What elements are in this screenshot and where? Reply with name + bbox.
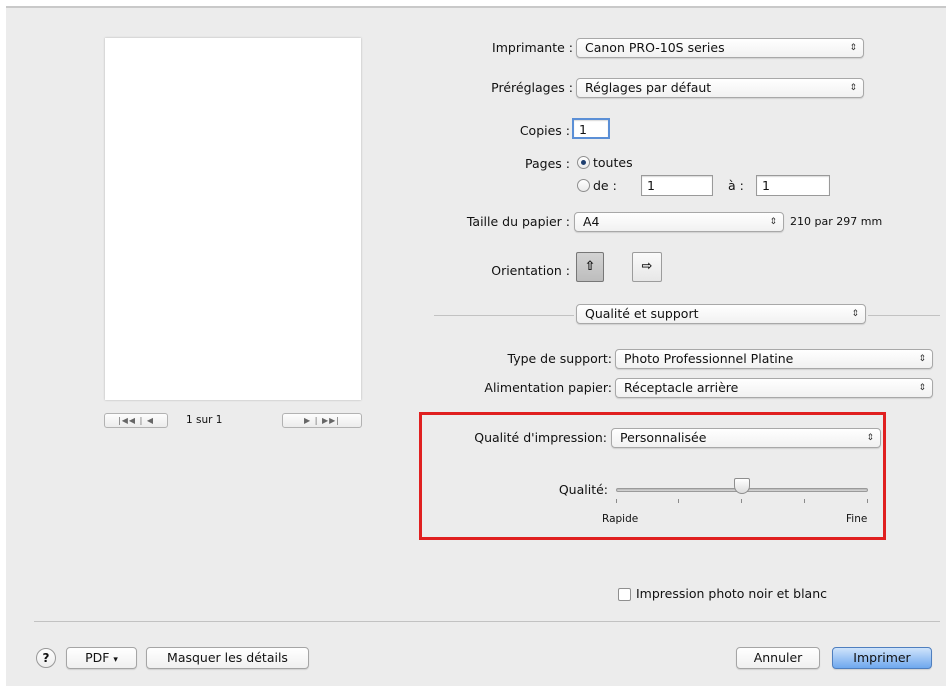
popup-arrows-icon: ⇕ [849, 43, 857, 53]
grayscale-label: Impression photo noir et blanc [636, 586, 828, 601]
paper-size-popup[interactable]: A4 ⇕ [574, 212, 784, 232]
paper-source-popup[interactable]: Réceptacle arrière ⇕ [615, 378, 933, 398]
paper-dimensions: 210 par 297 mm [790, 215, 883, 228]
popup-arrows-icon: ⇕ [849, 83, 857, 93]
media-type-popup[interactable]: Photo Professionnel Platine ⇕ [615, 349, 933, 369]
popup-arrows-icon: ⇕ [918, 383, 926, 393]
quality-slider-label: Qualité: [558, 482, 608, 497]
slider-tick [867, 499, 868, 503]
popup-arrows-icon: ⇕ [851, 309, 859, 319]
paper-source-label: Alimentation papier: [484, 380, 612, 395]
quality-slider[interactable] [616, 476, 868, 510]
pages-range-label: de : [593, 178, 617, 193]
paper-size-value: A4 [583, 214, 600, 229]
slider-tick [616, 499, 617, 503]
copies-field[interactable]: 1 [572, 118, 610, 139]
portrait-orientation-icon[interactable]: ⇧ [576, 252, 604, 282]
pdf-menu-button[interactable]: PDF ▾ [66, 647, 137, 669]
orientation-label: Orientation : [491, 263, 570, 278]
page-indicator: 1 sur 1 [186, 414, 223, 426]
slider-thumb[interactable] [734, 478, 750, 494]
pages-from-field[interactable]: 1 [641, 175, 713, 196]
slider-tick [678, 499, 679, 503]
section-popup[interactable]: Qualité et support ⇕ [576, 304, 866, 324]
chevron-down-icon: ▾ [113, 655, 118, 665]
printer-popup[interactable]: Canon PRO-10S series ⇕ [576, 38, 864, 58]
pages-to-label: à : [728, 178, 744, 193]
printer-value: Canon PRO-10S series [585, 40, 725, 55]
printer-label: Imprimante : [492, 40, 573, 55]
quality-max-label: Fine [846, 513, 868, 525]
pages-label: Pages : [525, 156, 570, 171]
print-button[interactable]: Imprimer [832, 647, 932, 669]
footer-separator [34, 621, 940, 622]
print-quality-popup[interactable]: Personnalisée ⇕ [611, 428, 881, 448]
preview-next-last-buttons[interactable]: ▶ | ▶▶| [282, 413, 362, 428]
pdf-label: PDF [85, 650, 110, 665]
presets-popup[interactable]: Réglages par défaut ⇕ [576, 78, 864, 98]
quality-min-label: Rapide [602, 513, 639, 525]
slider-tick [741, 499, 742, 503]
section-value: Qualité et support [585, 306, 699, 321]
paper-source-value: Réceptacle arrière [624, 380, 739, 395]
presets-label: Préréglages : [491, 80, 573, 95]
media-type-value: Photo Professionnel Platine [624, 351, 794, 366]
copies-label: Copies : [519, 123, 570, 138]
preview-first-prev-buttons[interactable]: |◀◀ | ◀ [104, 413, 168, 428]
presets-value: Réglages par défaut [585, 80, 712, 95]
hide-details-button[interactable]: Masquer les détails [146, 647, 309, 669]
separator-left [434, 315, 574, 316]
print-quality-value: Personnalisée [620, 430, 707, 445]
separator-right [868, 315, 940, 316]
pages-to-field[interactable]: 1 [756, 175, 830, 196]
popup-arrows-icon: ⇕ [769, 217, 777, 227]
grayscale-checkbox[interactable] [618, 588, 631, 601]
page-preview [105, 38, 361, 400]
landscape-orientation-icon[interactable]: ⇨ [632, 252, 662, 282]
popup-arrows-icon: ⇕ [866, 433, 874, 443]
pages-all-label: toutes [593, 155, 633, 170]
cancel-button[interactable]: Annuler [736, 647, 820, 669]
slider-tick [804, 499, 805, 503]
pages-range-radio[interactable] [577, 179, 590, 192]
print-quality-label: Qualité d'impression: [474, 430, 607, 445]
popup-arrows-icon: ⇕ [918, 354, 926, 364]
print-dialog: |◀◀ | ◀ 1 sur 1 ▶ | ▶▶| Imprimante : Can… [6, 6, 946, 686]
pages-all-radio[interactable] [577, 156, 590, 169]
media-type-label: Type de support: [507, 351, 613, 366]
paper-size-label: Taille du papier : [466, 214, 570, 229]
help-button[interactable]: ? [36, 648, 56, 668]
